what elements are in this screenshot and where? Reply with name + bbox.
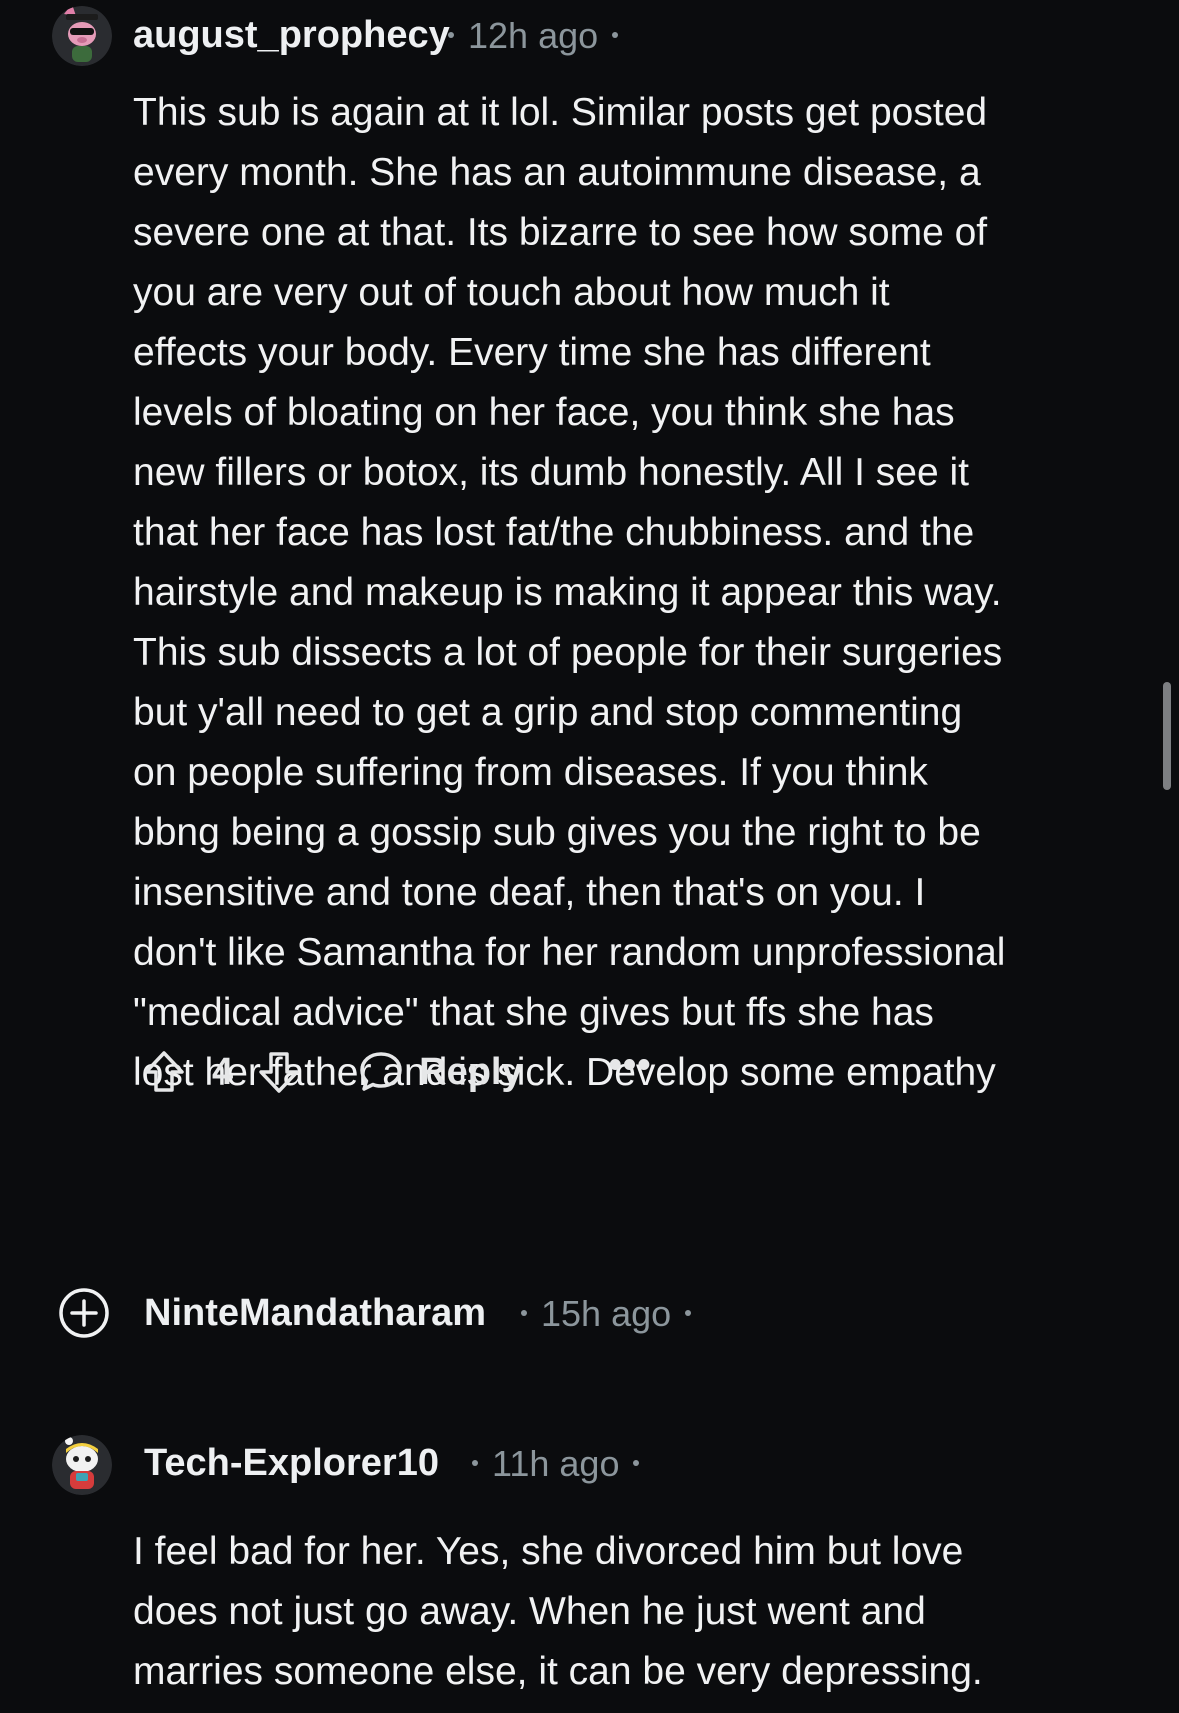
downvote-arrow-icon[interactable]	[255, 1048, 303, 1096]
scrollbar-thumb[interactable]	[1163, 682, 1171, 790]
comment-body: This sub is again at it lol. Similar pos…	[133, 91, 1006, 1094]
separator-dot	[472, 1460, 478, 1467]
separator-dot	[633, 1460, 640, 1467]
avatar-snoo-pink-icon	[52, 6, 112, 66]
separator-dot	[448, 32, 454, 39]
upvote-arrow-icon[interactable]	[140, 1048, 188, 1096]
separator-dot	[612, 32, 619, 39]
comment-username[interactable]: NinteMandatharam	[144, 1292, 486, 1335]
expand-plus-icon[interactable]	[58, 1287, 110, 1339]
reply-button[interactable]: Reply	[357, 1048, 523, 1096]
reply-label: Reply	[419, 1050, 523, 1093]
user-avatar[interactable]	[52, 1435, 112, 1495]
separator-dot	[521, 1310, 527, 1317]
vote-count: 4	[212, 1050, 234, 1093]
more-options-icon[interactable]: •••	[609, 1046, 652, 1098]
comment-username[interactable]: Tech-Explorer10	[144, 1442, 439, 1485]
avatar-snoo-explorer-icon	[52, 1435, 112, 1495]
comment-body: I feel bad for her. Yes, she divorced hi…	[133, 1530, 983, 1693]
comment-timestamp: 15h ago	[507, 1293, 705, 1335]
comment-username[interactable]: august_prophecy	[133, 14, 450, 57]
separator-dot	[685, 1310, 692, 1317]
comment-actions: 4 Reply •••	[140, 1042, 652, 1102]
speech-bubble-icon	[357, 1048, 405, 1096]
user-avatar[interactable]	[52, 6, 112, 66]
comment-timestamp: 11h ago	[458, 1443, 653, 1485]
comment-timestamp: 12h ago	[434, 15, 632, 57]
